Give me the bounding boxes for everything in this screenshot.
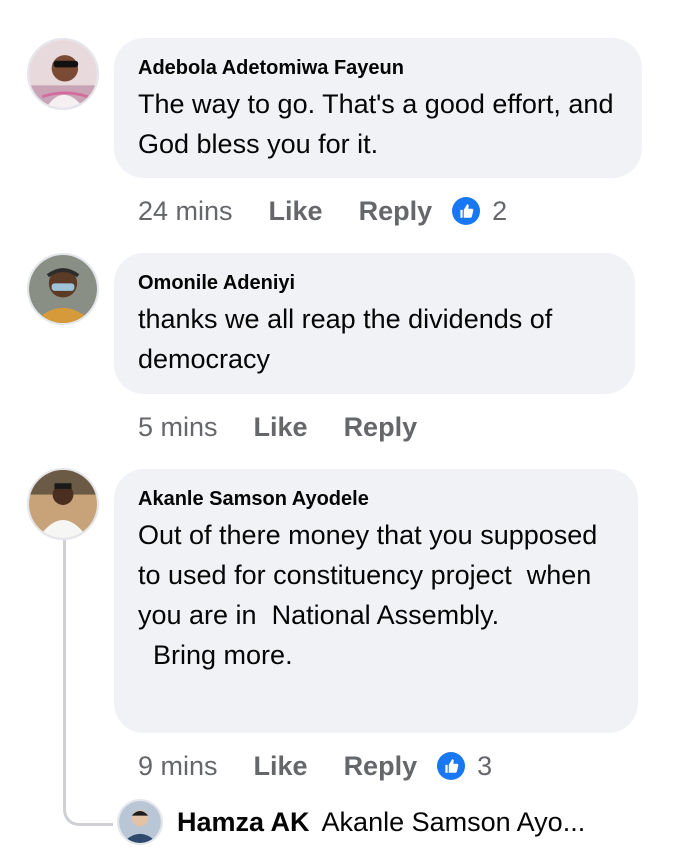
comment-text: Out of there money that you supposed to … bbox=[138, 520, 598, 670]
reaction-summary[interactable]: 3 bbox=[437, 751, 492, 782]
reply-text: Akanle Samson Ayo... bbox=[321, 806, 586, 837]
comment-actions: 24 mins Like Reply 2 bbox=[138, 193, 507, 229]
reply-author[interactable]: Hamza AK bbox=[177, 807, 310, 838]
reply-button[interactable]: Reply bbox=[359, 196, 433, 227]
comment-time[interactable]: 9 mins bbox=[138, 751, 218, 782]
like-button[interactable]: Like bbox=[269, 196, 323, 227]
thumbs-up-icon bbox=[452, 197, 481, 225]
reaction-count: 3 bbox=[477, 750, 493, 781]
reply-preview[interactable]: Hamza AK Akanle Samson Ayo... bbox=[117, 797, 585, 847]
comment-author[interactable]: Akanle Samson Ayodele bbox=[138, 487, 614, 511]
avatar-omonile[interactable] bbox=[27, 253, 99, 325]
comment-actions: 9 mins Like Reply 3 bbox=[138, 748, 492, 784]
comment-time[interactable]: 5 mins bbox=[138, 412, 218, 443]
reply-button[interactable]: Reply bbox=[344, 751, 418, 782]
comment-time[interactable]: 24 mins bbox=[138, 196, 233, 227]
avatar-adebola[interactable] bbox=[27, 38, 99, 110]
reaction-summary[interactable]: 2 bbox=[452, 196, 507, 227]
thumbs-up-icon bbox=[437, 752, 466, 780]
comment-bubble: Adebola Adetomiwa Fayeun The way to go. … bbox=[114, 38, 642, 178]
avatar-akanle[interactable] bbox=[27, 468, 99, 540]
avatar-hamza[interactable] bbox=[117, 799, 163, 845]
comment-bubble: Akanle Samson Ayodele Out of there money… bbox=[114, 469, 638, 733]
reply-button[interactable]: Reply bbox=[344, 412, 418, 443]
comment-bubble: Omonile Adeniyi thanks we all reap the d… bbox=[114, 253, 635, 394]
comment-actions: 5 mins Like Reply bbox=[138, 409, 453, 445]
comment-text: The way to go. That's a good effort, and… bbox=[138, 89, 621, 159]
thread-connector-line bbox=[63, 540, 113, 826]
like-button[interactable]: Like bbox=[254, 751, 308, 782]
comment-author[interactable]: Adebola Adetomiwa Fayeun bbox=[138, 56, 618, 80]
comment-author[interactable]: Omonile Adeniyi bbox=[138, 271, 611, 295]
reaction-count: 2 bbox=[492, 195, 508, 226]
like-button[interactable]: Like bbox=[254, 412, 308, 443]
comment-text: thanks we all reap the dividends of demo… bbox=[138, 304, 560, 374]
